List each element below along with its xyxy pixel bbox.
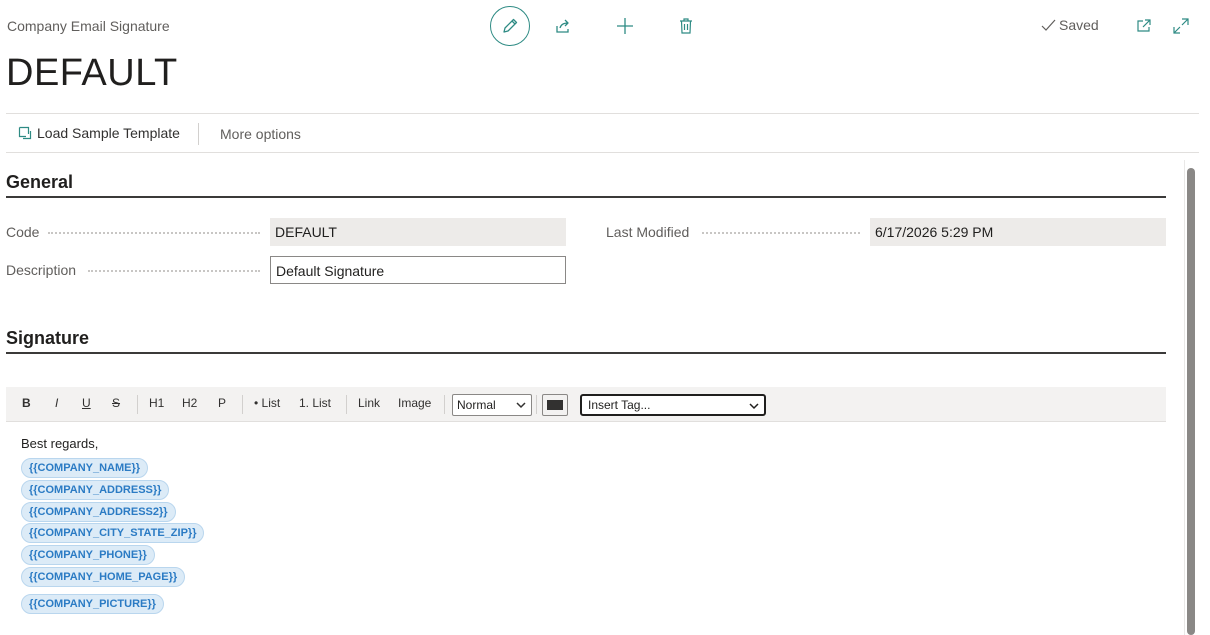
section-title-general[interactable]: General: [6, 172, 73, 193]
editor-toolbar: B I U S H1 H2 P • List 1. List Link Imag…: [6, 387, 1166, 422]
heading1-button[interactable]: H1: [149, 396, 164, 410]
greeting-text: Best regards,: [21, 436, 99, 451]
description-label: Description: [6, 262, 77, 278]
chevron-down-icon: [516, 402, 526, 409]
new-button[interactable]: [613, 14, 637, 38]
page-actions: [490, 6, 698, 46]
image-button[interactable]: Image: [398, 396, 431, 410]
numbered-list-button[interactable]: 1. List: [299, 396, 331, 410]
tag-chip[interactable]: {{COMPANY_HOME_PAGE}}: [21, 567, 186, 587]
signature-editor[interactable]: Best regards, {{COMPANY_NAME}} {{COMPANY…: [6, 422, 1166, 635]
heading2-button[interactable]: H2: [182, 396, 197, 410]
link-button[interactable]: Link: [358, 396, 380, 410]
toolbar-divider: [444, 395, 445, 414]
share-icon: [556, 19, 569, 33]
divider: [198, 123, 199, 145]
breadcrumb[interactable]: Company Email Signature: [7, 18, 170, 34]
divider: [6, 152, 1199, 153]
format-select-value: Normal: [457, 398, 496, 412]
checkmark-icon: [1041, 19, 1056, 31]
description-field[interactable]: Default Signature: [270, 256, 566, 284]
tag-chip[interactable]: {{COMPANY_ADDRESS2}}: [21, 502, 176, 522]
color-swatch: [547, 400, 563, 410]
code-field[interactable]: DEFAULT: [270, 218, 566, 246]
tag-chip[interactable]: {{COMPANY_ADDRESS}}: [21, 480, 170, 500]
leader-dots: [702, 232, 860, 234]
leader-dots: [88, 270, 260, 272]
tag-chip[interactable]: {{COMPANY_PICTURE}}: [21, 594, 164, 614]
saved-status: Saved: [1041, 17, 1099, 33]
paragraph-button[interactable]: P: [218, 396, 226, 410]
text-color-button[interactable]: [542, 394, 568, 416]
edit-button[interactable]: [490, 6, 530, 46]
last-modified-label: Last Modified: [606, 224, 690, 240]
plus-icon: [617, 18, 633, 34]
underline-button[interactable]: U: [82, 396, 91, 410]
leader-dots: [48, 232, 260, 234]
delete-button[interactable]: [674, 14, 698, 38]
format-select[interactable]: Normal: [452, 394, 532, 416]
last-modified-field[interactable]: 6/17/2026 5:29 PM: [870, 218, 1166, 246]
strikethrough-button[interactable]: S: [112, 396, 120, 410]
share-button[interactable]: [551, 14, 575, 38]
saved-label: Saved: [1059, 17, 1099, 33]
load-sample-template-button[interactable]: Load Sample Template: [18, 125, 180, 141]
italic-button[interactable]: I: [55, 396, 58, 410]
load-sample-template-label: Load Sample Template: [37, 125, 180, 141]
open-in-new-window-icon: [1137, 19, 1151, 32]
toolbar-divider: [137, 395, 138, 414]
toolbar-divider: [242, 395, 243, 414]
expand-button[interactable]: [1172, 17, 1190, 35]
tag-chip[interactable]: {{COMPANY_NAME}}: [21, 458, 149, 478]
action-bar: Load Sample Template More options: [0, 114, 1210, 152]
expand-icon: [1173, 18, 1189, 34]
top-bar: Company Email Signature Saved: [0, 0, 1210, 52]
section-divider: [6, 352, 1166, 354]
section-divider: [6, 196, 1166, 198]
bullet-list-button[interactable]: • List: [254, 396, 280, 410]
template-icon: [18, 126, 32, 140]
chevron-down-icon: [749, 403, 759, 410]
pencil-icon: [503, 18, 518, 33]
bold-button[interactable]: B: [22, 396, 31, 410]
scrollbar-thumb[interactable]: [1187, 168, 1195, 635]
tag-chip[interactable]: {{COMPANY_CITY_STATE_ZIP}}: [21, 523, 205, 543]
page-title: DEFAULT: [6, 52, 178, 94]
open-new-window-button[interactable]: [1135, 17, 1153, 35]
tag-chip[interactable]: {{COMPANY_PHONE}}: [21, 545, 155, 565]
insert-tag-select-value: Insert Tag...: [588, 398, 651, 412]
code-label: Code: [6, 224, 40, 240]
insert-tag-select[interactable]: Insert Tag...: [580, 394, 766, 416]
section-title-signature[interactable]: Signature: [6, 328, 89, 349]
trash-icon: [680, 18, 692, 34]
toolbar-divider: [536, 395, 537, 414]
toolbar-divider: [346, 395, 347, 414]
more-options-button[interactable]: More options: [220, 126, 301, 142]
